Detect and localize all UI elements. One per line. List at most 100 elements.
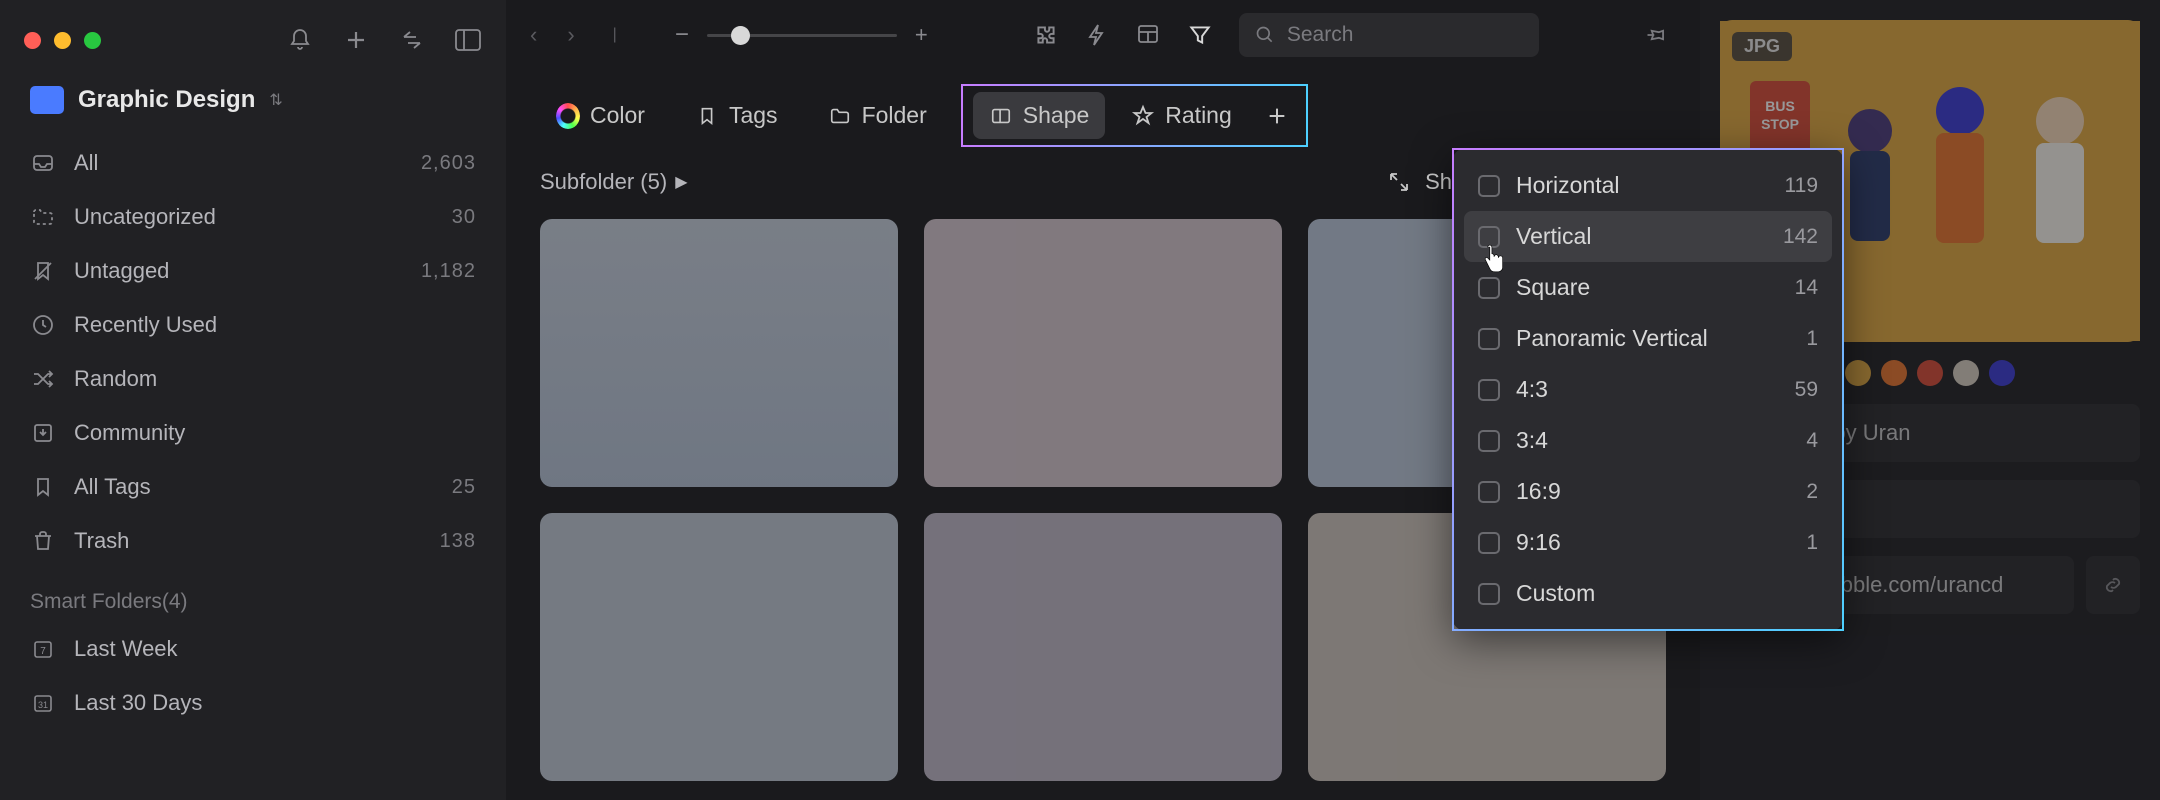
add-filter-icon[interactable] [1258,105,1296,127]
shape-option-custom[interactable]: Custom [1464,568,1832,619]
nav-recent[interactable]: Recently Used [0,298,506,352]
filter-folder[interactable]: Folder [812,92,943,139]
svg-text:7: 7 [40,646,46,657]
shape-option-3-4[interactable]: 3:4 4 [1464,415,1832,466]
checkbox[interactable] [1478,583,1500,605]
smart-last-30[interactable]: 31 Last 30 Days [0,676,506,730]
notifications-icon[interactable] [286,26,314,54]
shape-option-count: 1 [1806,531,1818,555]
checkbox[interactable] [1478,379,1500,401]
nav-forward-icon[interactable]: › [567,22,574,48]
checkbox[interactable] [1478,532,1500,554]
thumbnail-item[interactable] [924,219,1282,487]
search-input[interactable] [1287,23,1523,47]
filter-color[interactable]: Color [540,92,661,139]
slider-track[interactable] [707,34,897,37]
smart-item-label: Last Week [74,636,178,662]
filter-label: Tags [729,102,778,129]
download-icon [30,420,56,446]
shape-option-count: 4 [1806,429,1818,453]
cursor-pointer-icon [1480,244,1506,274]
shape-option-label: Panoramic Vertical [1516,325,1708,352]
folder-dashed-icon [30,204,56,230]
color-ring-icon [556,104,580,128]
checkbox[interactable] [1478,175,1500,197]
filter-label: Folder [862,102,927,129]
extension-icon[interactable] [1033,22,1059,48]
nav-uncategorized[interactable]: Uncategorized 30 [0,190,506,244]
shape-option-4-3[interactable]: 4:3 59 [1464,364,1832,415]
zoom-in-icon[interactable]: + [915,22,928,48]
bookmark-icon [30,474,56,500]
filter-tags[interactable]: Tags [679,92,794,139]
shape-option-9-16[interactable]: 9:16 1 [1464,517,1832,568]
search-field[interactable] [1239,13,1539,57]
nav-community[interactable]: Community [0,406,506,460]
shape-option-panoramic-vertical[interactable]: Panoramic Vertical 1 [1464,313,1832,364]
sync-icon[interactable] [398,26,426,54]
folder-icon [828,104,852,128]
thumbnail-item[interactable] [540,513,898,781]
shape-dropdown: Horizontal 119 Vertical 142 Square 14 Pa… [1452,148,1844,631]
current-folder-header[interactable]: Graphic Design ⇅ [0,68,506,136]
zoom-slider[interactable]: − + [675,21,928,49]
clock-icon [30,312,56,338]
open-link-button[interactable] [2086,556,2140,614]
subfolder-label: Subfolder (5) [540,169,667,195]
nav-all-tags[interactable]: All Tags 25 [0,460,506,514]
shape-option-16-9[interactable]: 16:9 2 [1464,466,1832,517]
swatch[interactable] [1953,360,1979,386]
nav-item-label: All [74,150,98,176]
link-icon [2101,573,2125,597]
shape-option-label: Custom [1516,580,1595,607]
divider: | [613,26,617,44]
thumbnail-item[interactable] [540,219,898,487]
swatch[interactable] [1845,360,1871,386]
zoom-out-icon[interactable]: − [675,21,689,49]
subfolder-link[interactable]: Subfolder (5) ▶ [540,169,688,195]
layout-icon[interactable] [1135,22,1161,48]
filter-label: Shape [1023,102,1090,129]
nav-trash[interactable]: Trash 138 [0,514,506,568]
maximize-button[interactable] [84,32,101,49]
slider-thumb[interactable] [731,26,750,45]
filter-rating[interactable]: Rating [1115,92,1247,139]
filter-label: Color [590,102,645,129]
shape-option-count: 14 [1795,276,1818,300]
nav-list: All 2,603 Uncategorized 30 Untagged 1,18… [0,136,506,568]
shape-option-horizontal[interactable]: Horizontal 119 [1464,160,1832,211]
close-button[interactable] [24,32,41,49]
swatch[interactable] [1881,360,1907,386]
checkbox[interactable] [1478,277,1500,299]
filter-icon[interactable] [1187,22,1213,48]
checkbox[interactable] [1478,430,1500,452]
checkbox[interactable] [1478,328,1500,350]
nav-back-icon[interactable]: ‹ [530,22,537,48]
bolt-icon[interactable] [1085,22,1109,48]
nav-untagged[interactable]: Untagged 1,182 [0,244,506,298]
checkbox[interactable] [1478,481,1500,503]
bookmark-slash-icon [30,258,56,284]
shape-option-vertical[interactable]: Vertical 142 [1464,211,1832,262]
shape-option-label: 3:4 [1516,427,1548,454]
thumbnail-item[interactable] [924,513,1282,781]
smart-item-label: Last 30 Days [74,690,202,716]
shape-option-square[interactable]: Square 14 [1464,262,1832,313]
folder-icon [30,86,64,114]
nav-all[interactable]: All 2,603 [0,136,506,190]
filter-shape[interactable]: Shape [973,92,1106,139]
add-icon[interactable] [342,26,370,54]
expand-icon [1387,170,1411,194]
swatch[interactable] [1917,360,1943,386]
nav-random[interactable]: Random [0,352,506,406]
sidebar-toggle-icon[interactable] [454,26,482,54]
bookmark-icon [695,104,719,128]
nav-item-count: 1,182 [421,260,476,283]
svg-text:STOP: STOP [1761,116,1799,132]
swatch[interactable] [1989,360,2015,386]
shape-option-count: 119 [1785,174,1818,198]
minimize-button[interactable] [54,32,71,49]
pin-icon[interactable] [1644,23,1676,47]
trash-icon [30,528,56,554]
smart-last-week[interactable]: 7 Last Week [0,622,506,676]
